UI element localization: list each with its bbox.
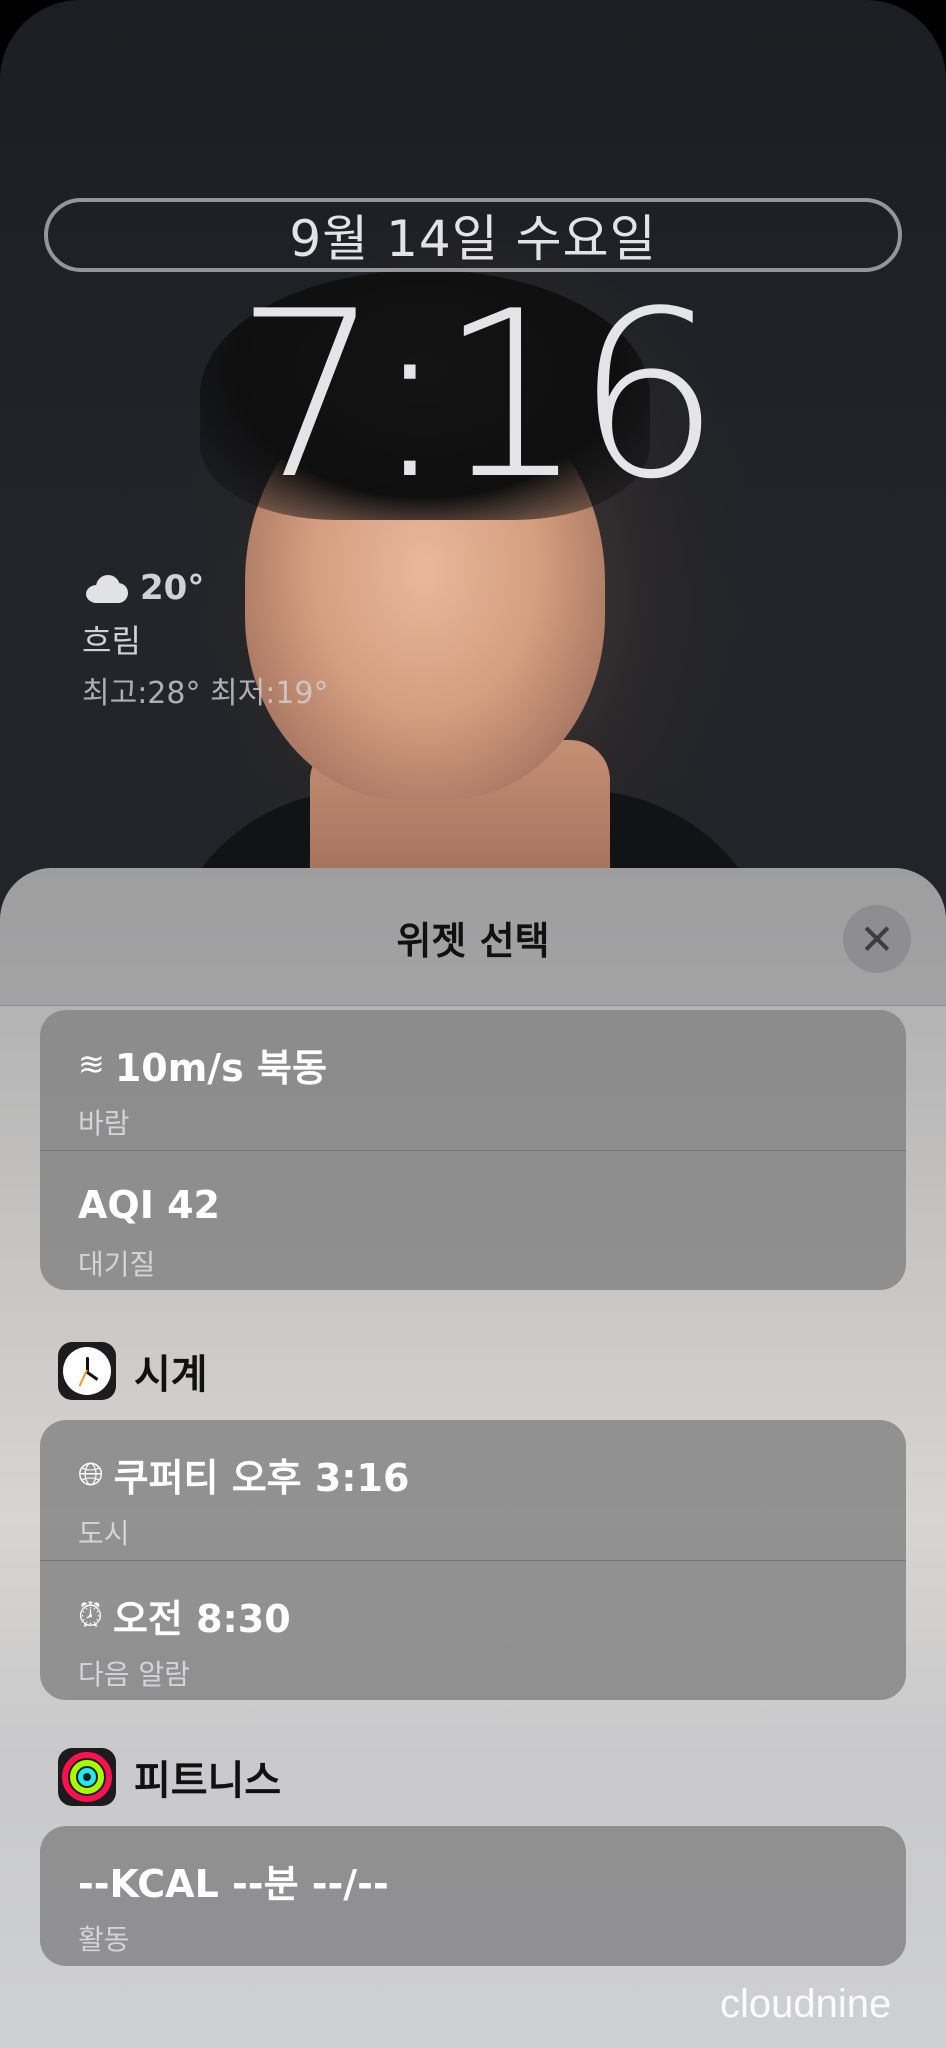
weather-condition: 흐림 (82, 622, 141, 660)
widget-option-label: 바람 (78, 1107, 130, 1140)
weather-temperature: 20° (140, 568, 205, 608)
widget-picker-sheet: 위젯 선택 ✕ ≋ 10m/s 북동 바람 AQI 42 대기질 시계 🌐︎ 쿠… (0, 868, 946, 2048)
widget-option-value: AQI 42 (78, 1183, 220, 1227)
watermark-text: cloudnine (720, 1982, 892, 2026)
clock-section-header: 시계 (58, 1342, 208, 1400)
widget-option-value: 쿠퍼티 오후 3:16 (113, 1455, 410, 1500)
close-icon: ✕ (859, 914, 895, 964)
widget-option-label: 다음 알람 (78, 1658, 190, 1691)
fitness-section-header: 피트니스 (58, 1748, 281, 1806)
weather-widget-card: ≋ 10m/s 북동 바람 AQI 42 대기질 (40, 1010, 906, 1290)
widget-option-label: 대기질 (78, 1248, 156, 1281)
widget-option-activity[interactable]: --KCAL --분 --/-- 활동 (40, 1826, 906, 1966)
fitness-widget-card: --KCAL --분 --/-- 활동 (40, 1826, 906, 1966)
date-widget[interactable]: 9월 14일 수요일 (44, 198, 902, 272)
lock-screen: 9월 14일 수요일 7:16 20° 흐림 최고:28° 최저:19° 위젯 … (0, 0, 946, 2048)
cloud-icon (82, 573, 128, 603)
widget-option-value: 10m/s 북동 (114, 1045, 327, 1090)
date-text: 9월 14일 수요일 (289, 210, 657, 268)
widget-option-city[interactable]: 🌐︎ 쿠퍼티 오후 3:16 도시 (40, 1420, 906, 1560)
clock-app-icon (58, 1342, 116, 1400)
globe-icon: 🌐︎ (78, 1454, 104, 1493)
clock-time[interactable]: 7:16 (0, 282, 946, 512)
alarm-clock-icon: ⏰︎ (78, 1595, 103, 1634)
widget-option-value: --KCAL --분 --/-- (78, 1861, 389, 1906)
section-title: 피트니스 (134, 1758, 282, 1804)
sheet-title: 위젯 선택 (396, 919, 550, 963)
clock-widget-card: 🌐︎ 쿠퍼티 오후 3:16 도시 ⏰︎ 오전 8:30 다음 알람 (40, 1420, 906, 1700)
wind-icon: ≋ (78, 1045, 105, 1083)
widget-option-label: 활동 (78, 1923, 130, 1956)
widget-option-next-alarm[interactable]: ⏰︎ 오전 8:30 다음 알람 (40, 1560, 906, 1700)
close-button[interactable]: ✕ (843, 905, 911, 973)
widget-option-value: 오전 8:30 (112, 1596, 291, 1641)
widget-option-label: 도시 (78, 1517, 130, 1550)
weather-high-low: 최고:28° 최저:19° (82, 676, 329, 711)
activity-rings-icon (58, 1748, 116, 1806)
widget-option-air-quality[interactable]: AQI 42 대기질 (40, 1150, 906, 1290)
widget-option-wind[interactable]: ≋ 10m/s 북동 바람 (40, 1010, 906, 1150)
sheet-header: 위젯 선택 ✕ (0, 868, 946, 1006)
weather-widget[interactable]: 20° 흐림 최고:28° 최저:19° (82, 566, 329, 712)
section-title: 시계 (134, 1352, 208, 1398)
